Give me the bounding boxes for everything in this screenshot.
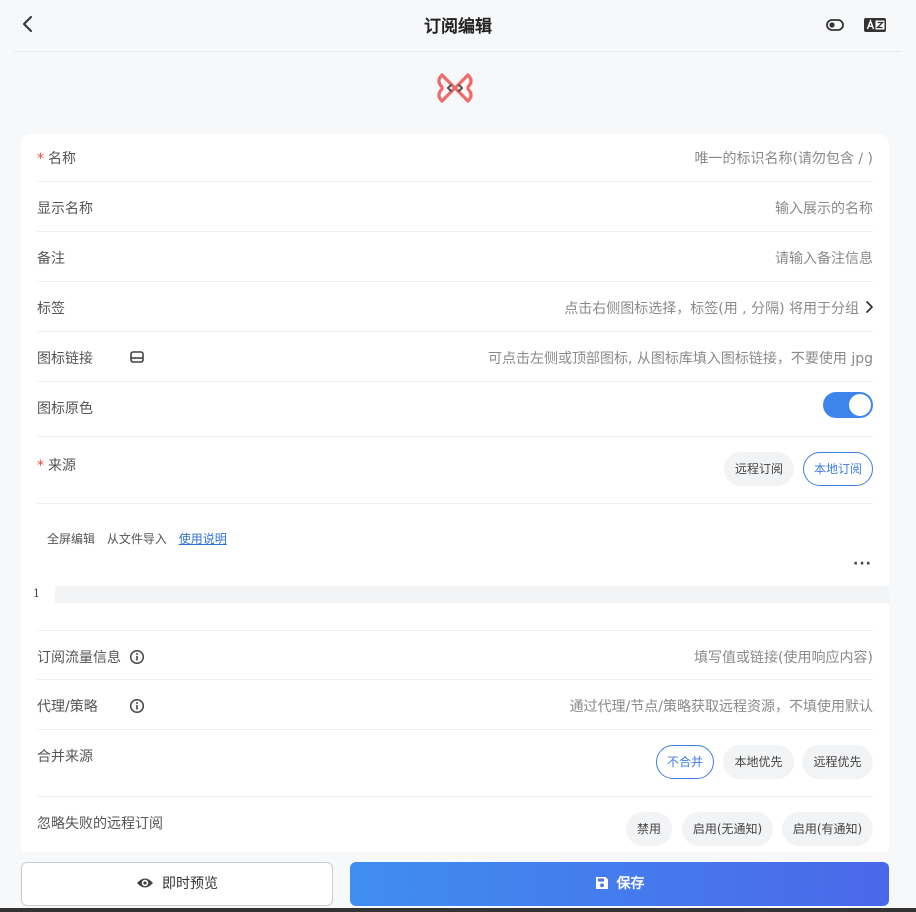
save-button[interactable]: 保存 [350, 862, 889, 906]
tags-input[interactable]: 点击右侧图标选择，标签(用 , 分隔) 将用于分组 [564, 298, 859, 318]
display-name-label: 显示名称 [37, 201, 93, 217]
header-divider [14, 51, 902, 52]
image-library-icon[interactable] [129, 349, 145, 365]
icon-original-color-row: 图标原色 [37, 382, 873, 437]
header: 订阅编辑 [0, 0, 916, 50]
ignore-disabled-option[interactable]: 禁用 [626, 812, 672, 846]
proxy-policy-label: 代理/策略 [37, 699, 98, 715]
import-file-button[interactable]: 从文件导入 [107, 532, 167, 546]
bottom-edge [0, 908, 916, 912]
icon-link-label: 图标链接 [37, 351, 93, 367]
translate-icon [864, 18, 886, 32]
proxy-policy-input[interactable]: 通过代理/节点/策略获取远程资源，不填使用默认 [570, 696, 873, 716]
required-mark: * [37, 458, 44, 474]
preview-button[interactable]: 即时预览 [21, 862, 333, 906]
icon-link-input[interactable]: 可点击左侧或顶部图标, 从图标库填入图标链接，不要使用 jpg [488, 348, 873, 368]
remark-input[interactable]: 请输入备注信息 [775, 248, 873, 268]
merge-remote-first-option[interactable]: 远程优先 [802, 745, 873, 779]
proxy-policy-row[interactable]: 代理/策略 通过代理/节点/策略获取远程资源，不填使用默认 [37, 680, 873, 730]
theme-toggle-button[interactable] [822, 13, 848, 37]
editor-line[interactable] [55, 586, 889, 603]
more-options-button[interactable]: ··· [853, 556, 872, 572]
ignore-failed-row: 忽略失败的远程订阅 禁用 启用(无通知) 启用(有通知) [37, 797, 873, 856]
name-row[interactable]: * 名称 唯一的标识名称(请勿包含 / ) [37, 134, 873, 182]
help-link[interactable]: 使用说明 [179, 532, 227, 546]
ignore-enabled-notify-option[interactable]: 启用(有通知) [782, 812, 873, 846]
icon-link-row[interactable]: 图标链接 可点击左侧或顶部图标, 从图标库填入图标链接，不要使用 jpg [37, 332, 873, 382]
display-name-row[interactable]: 显示名称 输入展示的名称 [37, 182, 873, 232]
save-icon [595, 876, 608, 889]
traffic-info-label: 订阅流量信息 [37, 650, 121, 666]
required-mark: * [37, 151, 44, 167]
source-label: 来源 [48, 458, 76, 474]
form-card: * 名称 唯一的标识名称(请勿包含 / ) 显示名称 输入展示的名称 备注 请输入… [21, 134, 889, 856]
remark-row[interactable]: 备注 请输入备注信息 [37, 232, 873, 282]
ignore-failed-label: 忽略失败的远程订阅 [37, 816, 163, 832]
icon-original-color-toggle[interactable] [823, 392, 873, 418]
eye-icon [137, 878, 153, 887]
merge-none-option[interactable]: 不合并 [656, 745, 714, 779]
subscription-icon[interactable] [434, 67, 476, 109]
traffic-info-input[interactable]: 填写值或链接(使用响应内容) [694, 647, 873, 667]
remark-label: 备注 [37, 251, 65, 267]
footer-bar: 即时预览 保存 [0, 852, 916, 912]
preview-label: 即时预览 [162, 876, 218, 892]
source-local-option[interactable]: 本地订阅 [803, 452, 873, 486]
traffic-info-row[interactable]: 订阅流量信息 填写值或链接(使用响应内容) [37, 630, 873, 680]
line-number: 1 [33, 587, 40, 600]
name-label: 名称 [48, 151, 76, 167]
editor-toolbar: 全屏编辑 从文件导入 使用说明 [47, 530, 235, 547]
merge-local-first-option[interactable]: 本地优先 [723, 745, 794, 779]
tags-row[interactable]: 标签 点击右侧图标选择，标签(用 , 分隔) 将用于分组 [37, 282, 873, 332]
toggle-icon [826, 19, 844, 31]
info-icon[interactable] [129, 649, 145, 665]
page-title: 订阅编辑 [424, 17, 492, 37]
translate-button[interactable] [862, 13, 888, 37]
merge-source-row: 合并来源 不合并 本地优先 远程优先 [37, 730, 873, 797]
app-logo-icon [437, 73, 473, 103]
tags-label: 标签 [37, 301, 65, 317]
merge-source-label: 合并来源 [37, 749, 93, 765]
toggle-knob [849, 394, 871, 416]
chevron-right-icon[interactable] [861, 298, 877, 316]
ignore-enabled-silent-option[interactable]: 启用(无通知) [682, 812, 773, 846]
code-editor[interactable]: 1 [21, 584, 889, 606]
info-icon[interactable] [129, 698, 145, 714]
source-remote-option[interactable]: 远程订阅 [724, 452, 794, 486]
icon-original-color-label: 图标原色 [37, 401, 93, 417]
fullscreen-edit-button[interactable]: 全屏编辑 [47, 532, 95, 546]
display-name-input[interactable]: 输入展示的名称 [775, 198, 873, 218]
source-row: * 来源 远程订阅 本地订阅 [37, 437, 873, 504]
name-input[interactable]: 唯一的标识名称(请勿包含 / ) [694, 148, 873, 168]
save-label: 保存 [616, 876, 645, 892]
